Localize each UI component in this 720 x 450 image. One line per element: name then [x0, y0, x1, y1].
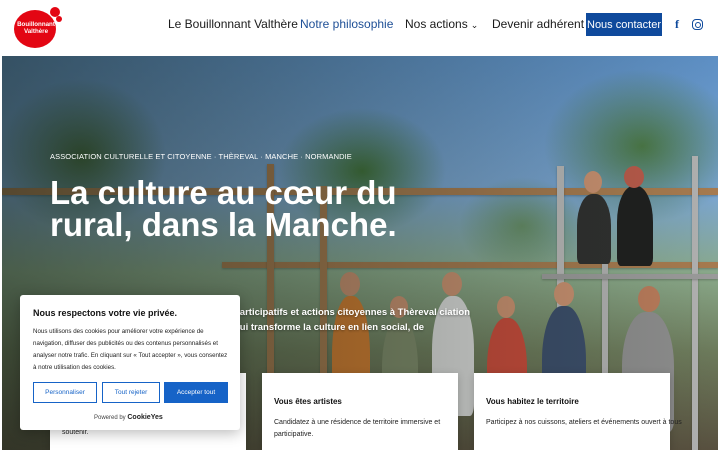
cookie-title: Nous respectons votre vie privée. — [33, 308, 178, 318]
instagram-icon[interactable] — [692, 19, 703, 30]
powered-prefix: Powered by — [94, 415, 126, 421]
customize-button[interactable]: Personnaliser — [33, 382, 97, 403]
powered-by: Powered by CookieYes — [94, 414, 163, 421]
cookie-banner: Nous respectons votre vie privée. Nous u… — [20, 295, 240, 430]
cookie-body: Nous utilisons des cookies pour améliore… — [33, 328, 228, 371]
reject-all-button[interactable]: Tout rejeter — [102, 382, 160, 403]
card-artistes[interactable]: Vous êtes artistes Candidatez à une rési… — [262, 373, 458, 450]
chevron-down-icon: ⌄ — [470, 20, 479, 30]
hero-title: La culture au cœur du rural, dans la Man… — [50, 174, 397, 243]
facebook-icon[interactable]: f — [670, 17, 684, 31]
nav-item-nos-actions-label: Nos actions — [405, 17, 468, 31]
card-text: Participez à nos cuissons, ateliers et é… — [486, 419, 682, 426]
cookieyes-logo[interactable]: CookieYes — [127, 414, 162, 421]
card-habitants[interactable]: Vous habitez le territoire Participez à … — [474, 373, 682, 450]
nav-item-adherent[interactable]: Devenir adhérent — [492, 17, 584, 31]
hero-lead: participatifs et actions citoyennes à Th… — [234, 307, 470, 333]
nav-item-philosophie[interactable]: Notre philosophie — [300, 17, 393, 31]
card-title: Vous êtes artistes — [274, 397, 342, 406]
hero-eyebrow: ASSOCIATION CULTURELLE ET CITOYENNE · TH… — [50, 152, 352, 161]
nav-item-nos-actions[interactable]: Nos actions ⌄ — [405, 17, 478, 31]
accept-all-button[interactable]: Accepter tout — [164, 382, 228, 403]
logo-text: Bouillonnant Valthère — [17, 21, 55, 35]
site-header: Bouillonnant Valthère Le Bouillonnant Va… — [0, 0, 720, 56]
contact-button[interactable]: Nous contacter — [586, 13, 662, 36]
card-text: Candidatez à une résidence de territoire… — [274, 419, 441, 438]
site-logo[interactable]: Bouillonnant Valthère — [12, 4, 62, 48]
card-title: Vous habitez le territoire — [486, 397, 579, 406]
nav-item-le-bouillonnant[interactable]: Le Bouillonnant Valthère — [168, 17, 298, 31]
